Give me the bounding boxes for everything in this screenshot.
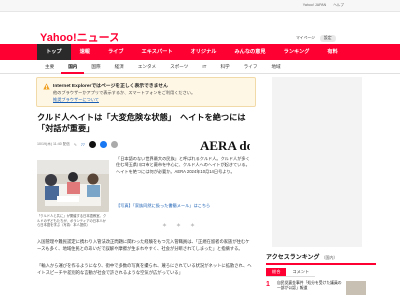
article-meta: 10/19(木) 11:40 配信 ✎ 77 <box>37 141 118 148</box>
ranking-thumbnail[interactable] <box>346 281 366 295</box>
ranking-item[interactable]: 1 自民党裏金事件「処分を受けた議員の一部が公認」報道 <box>266 281 376 295</box>
gnav-item-7[interactable]: 有料 <box>318 44 346 60</box>
x-share-icon[interactable] <box>88 141 96 148</box>
subnav-item-7[interactable]: 科学 <box>213 60 236 74</box>
article-paragraph: 「輸入から運びを作るようになり、街中で多数の写真を撮られ、蔑ろにされている状況が… <box>37 263 252 275</box>
gnav-item-4[interactable]: オリジナル <box>182 44 226 60</box>
ranking-number: 1 <box>266 281 270 288</box>
subnav-item-3[interactable]: 経済 <box>108 60 131 74</box>
browser-notice: Internet Explorerではページを正しく表示できません 他のブラウザ… <box>36 77 256 107</box>
gnav-item-5[interactable]: みんなの意見 <box>225 44 274 60</box>
subnav-item-8[interactable]: ライフ <box>237 60 265 74</box>
subnav-item-1[interactable]: 国内 <box>61 60 85 74</box>
ad-placeholder <box>272 77 362 247</box>
yahoo-japan-link[interactable]: Yahoo! JAPAN <box>303 3 326 7</box>
settings-button[interactable]: 設定 <box>319 35 336 42</box>
more-share-icon[interactable] <box>110 141 118 148</box>
svg-text:Yahoo!ニュース: Yahoo!ニュース <box>40 32 118 44</box>
comment-icon[interactable]: ✎ <box>74 143 77 147</box>
recommended-browser-link[interactable]: 推奨ブラウザーについて <box>53 97 99 103</box>
header-utility: マイページ 設定 <box>296 35 336 42</box>
photo-caption: 「クルド人と共に」が開催する日本語教室。クルドの子どもたちが、ボランティアの日本… <box>37 214 107 228</box>
global-nav: トップ 速報 ライブ エキスパート オリジナル みんなの意見 ランキング 有料 <box>0 44 400 60</box>
ranking-header: アクセスランキング （国内） <box>266 252 376 261</box>
tab-comments[interactable]: コメント <box>286 268 316 277</box>
gnav-item-6[interactable]: ランキング <box>275 44 319 60</box>
subnav-item-2[interactable]: 国際 <box>84 60 107 74</box>
gnav-item-3[interactable]: エキスパート <box>133 44 182 60</box>
top-utility-bar: Yahoo! JAPAN ヘルプ <box>0 0 400 12</box>
gnav-item-2[interactable]: ライブ <box>99 44 133 60</box>
facebook-share-icon[interactable] <box>99 141 107 148</box>
subnav-item-0[interactable]: 主要 <box>38 60 61 74</box>
svg-text:AERA dot.: AERA dot. <box>200 138 250 152</box>
yahoo-news-logo[interactable]: Yahoo!ニュース <box>40 30 118 44</box>
ranking-subtitle: （国内） <box>321 255 338 260</box>
ranking-headline[interactable]: 自民党裏金事件「処分を受けた議員の一部が公認」報道 <box>277 281 343 291</box>
notice-body: 他のブラウザーかアプリで表示するか、スマートフォンをご利用ください。 <box>53 90 196 95</box>
article-title: クルド人ヘイトは「大変危険な状態」 ヘイトを絶つには「対話が重要」 <box>37 113 246 133</box>
notice-title: Internet Explorerではページを正しく表示できません <box>53 84 168 89</box>
section-separator: ＊＊＊ <box>161 223 204 229</box>
article-photo[interactable] <box>37 160 109 212</box>
subnav-item-4[interactable]: エンタメ <box>131 60 163 74</box>
gnav-item-0[interactable]: トップ <box>37 44 71 60</box>
help-link[interactable]: ヘルプ <box>333 3 344 7</box>
ranking-title: アクセスランキング <box>266 255 320 261</box>
publisher-logo[interactable]: AERA dot. <box>200 138 250 152</box>
warning-icon <box>43 83 50 90</box>
ranking-tabs: 総合 コメント <box>266 268 376 277</box>
tab-overall[interactable]: 総合 <box>266 268 287 277</box>
gnav-item-1[interactable]: 速報 <box>71 44 99 60</box>
subnav-item-5[interactable]: スポーツ <box>163 60 195 74</box>
article-lead: 「日本語のない世界最大の民族」と呼ばれるクルド人。クルド人が多く住む埼玉県川口市… <box>116 156 250 174</box>
article-paragraph: 入国管理や難民認定に携わり入管法改正問題に関わった経験をもつ元入管職員は、「正規… <box>37 239 250 251</box>
site-header: Yahoo!ニュース <box>0 12 400 44</box>
access-ranking: アクセスランキング （国内） 総合 コメント 1 自民党裏金事件「処分を受けた議員… <box>266 252 376 295</box>
ranking-divider <box>266 263 376 265</box>
subnav-item-9[interactable]: 地域 <box>264 60 287 74</box>
publish-date: 10/19(木) 11:40 配信 <box>37 142 70 146</box>
mypage-link[interactable]: マイページ <box>296 36 315 41</box>
comment-count[interactable]: 77 <box>81 143 85 147</box>
subnav-item-6[interactable]: IT <box>195 60 213 74</box>
category-nav: 主要 国内 国際 経済 エンタメ スポーツ IT 科学 ライフ 地域 <box>0 60 400 74</box>
photo-gallery-link[interactable]: 【写真】「家族同然に扱った書簡メール」はこちら <box>116 203 210 209</box>
